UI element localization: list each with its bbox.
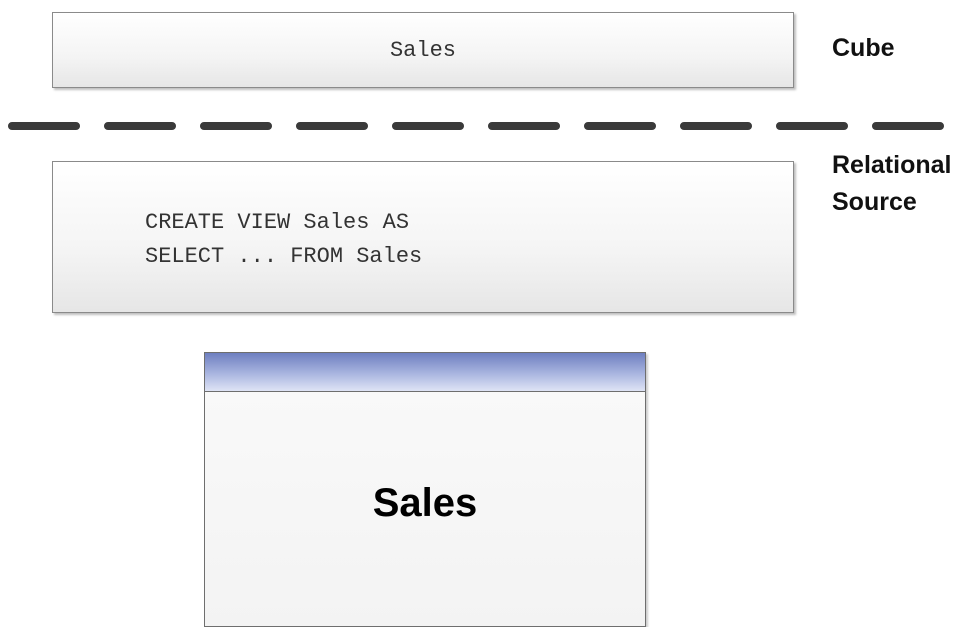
view-definition-box: CREATE VIEW Sales AS SELECT ... FROM Sal… [52,161,794,313]
source-layer-label: Source [832,188,917,216]
cube-layer-label: Cube [832,34,895,62]
sales-table-entity: Sales [204,352,646,627]
sql-line-select: SELECT ... FROM Sales [145,244,423,269]
cube-name: Sales [389,37,456,63]
layer-divider [8,122,969,130]
sql-line-create-view: CREATE VIEW Sales AS [145,210,410,235]
relational-layer-label: Relational [832,151,952,179]
view-sql: CREATE VIEW Sales AS SELECT ... FROM Sal… [145,206,422,274]
cube-box: Sales [52,12,794,88]
table-name: Sales [372,481,478,525]
table-header-bar [205,353,645,392]
